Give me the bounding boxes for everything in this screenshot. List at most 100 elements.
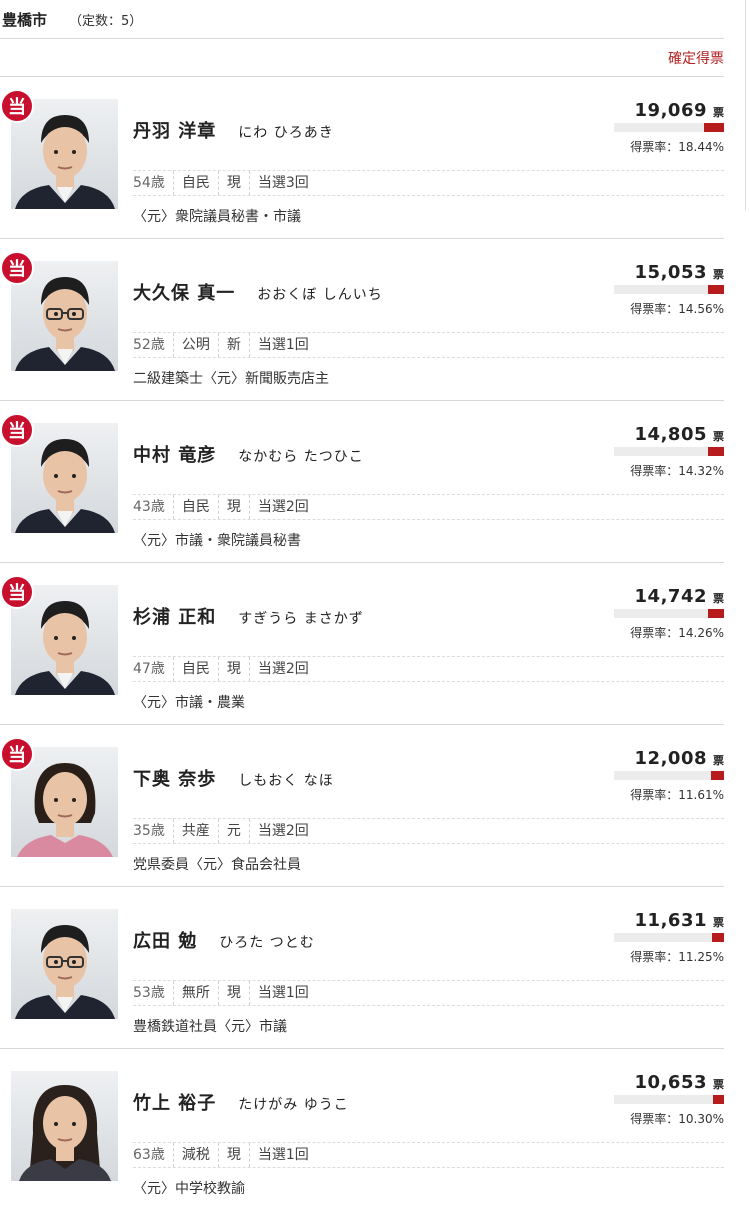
vote-rate: 得票率：14.32% (630, 464, 724, 478)
vote-share-bar (614, 447, 724, 456)
confirmed-row: 確定得票 (0, 39, 724, 77)
candidate-photo (11, 909, 118, 1019)
vote-unit: 票 (713, 268, 724, 281)
vote-share-bar (614, 285, 724, 294)
name-row: 竹上 裕子 たけがみ ゆうこ (133, 1089, 349, 1115)
candidate-status: 元 (219, 819, 250, 843)
elected-badge: 当 (0, 251, 34, 285)
vote-block: 14,805 票得票率：14.32% (614, 424, 724, 479)
candidate-party: 自民 (174, 495, 219, 519)
candidate-age: 52歳 (133, 333, 174, 357)
results-page: 豊橋市 （定数：5） 確定得票 当丹羽 洋章 にわ ひろあき 19,069 票得票率：… (0, 0, 724, 1211)
vote-unit: 票 (713, 430, 724, 443)
district-header: 豊橋市 （定数：5） (0, 0, 724, 39)
vote-block: 12,008 票得票率：11.61% (614, 748, 724, 803)
candidate-status: 現 (219, 171, 250, 195)
candidate-age: 54歳 (133, 171, 174, 195)
candidate-status: 現 (219, 495, 250, 519)
vote-share-fill (711, 771, 724, 780)
vote-block: 19,069 票得票率：18.44% (614, 100, 724, 155)
candidate-name: 広田 勉 (133, 931, 198, 952)
candidate-party: 自民 (174, 657, 219, 681)
candidate-career: 〈元〉市議・農業 (133, 695, 245, 711)
vote-count: 10,653 (634, 1072, 707, 1093)
vote-count: 19,069 (634, 100, 707, 121)
vote-block: 10,653 票得票率：10.30% (614, 1072, 724, 1127)
candidate-career: 二級建築士〈元〉新聞販売店主 (133, 371, 329, 387)
seat-quota: （定数：5） (69, 13, 143, 29)
candidate-career: 〈元〉衆院議員秘書・市議 (133, 209, 301, 225)
candidate-career: 豊橋鉄道社員〈元〉市議 (133, 1019, 287, 1035)
candidate-age: 35歳 (133, 819, 174, 843)
vote-share-bar (614, 771, 724, 780)
candidate-kana: にわ ひろあき (238, 125, 334, 141)
elected-badge: 当 (0, 737, 34, 771)
vote-unit: 票 (713, 106, 724, 119)
vote-share-bar (614, 1095, 724, 1104)
vote-share-fill (708, 285, 724, 294)
candidate-name: 杉浦 正和 (133, 607, 217, 628)
vote-unit: 票 (713, 754, 724, 767)
candidate-wins: 当選2回 (257, 499, 309, 515)
vote-share-fill (708, 447, 724, 456)
candidate-card: 当大久保 真一 おおくぼ しんいち 15,053 票得票率：14.56% 52歳 公明新当… (0, 239, 724, 401)
vote-count: 11,631 (634, 910, 707, 931)
candidate-career: 党県委員〈元〉食品会社員 (133, 857, 301, 873)
candidate-party: 公明 (174, 333, 219, 357)
candidate-card: 広田 勉 ひろた つとむ 11,631 票得票率：11.25% 53歳 無所現当選1回 豊橋… (0, 887, 724, 1049)
vote-unit: 票 (713, 916, 724, 929)
candidate-name: 中村 竜彦 (133, 445, 217, 466)
elected-badge: 当 (0, 413, 34, 447)
candidate-party: 減税 (174, 1143, 219, 1167)
candidate-status: 現 (219, 657, 250, 681)
portrait-graphic (15, 925, 115, 1019)
candidate-wins: 当選1回 (257, 1147, 309, 1163)
candidate-name: 大久保 真一 (133, 283, 236, 304)
candidate-wins: 当選3回 (257, 175, 309, 191)
candidate-status: 現 (219, 1143, 250, 1167)
candidate-age: 63歳 (133, 1143, 174, 1167)
candidate-meta: 54歳 自民現当選3回 (133, 170, 724, 196)
name-row: 下奥 奈歩 しもおく なほ (133, 765, 334, 791)
vote-count: 14,805 (634, 424, 707, 445)
district-name: 豊橋市 (2, 10, 48, 29)
portrait-graphic (19, 1085, 111, 1181)
vote-rate: 得票率：11.61% (630, 788, 724, 802)
name-row: 丹羽 洋章 にわ ひろあき (133, 117, 334, 143)
vote-unit: 票 (713, 592, 724, 605)
name-row: 中村 竜彦 なかむら たつひこ (133, 441, 364, 467)
vote-unit: 票 (713, 1078, 724, 1091)
name-row: 杉浦 正和 すぎうら まさかず (133, 603, 364, 629)
candidate-kana: おおくぼ しんいち (257, 287, 383, 303)
vote-count: 15,053 (634, 262, 707, 283)
candidate-meta: 47歳 自民現当選2回 (133, 656, 724, 682)
vote-rate: 得票率：14.26% (630, 626, 724, 640)
candidate-card: 当中村 竜彦 なかむら たつひこ 14,805 票得票率：14.32% 43歳 自民現当選… (0, 401, 724, 563)
candidate-status: 現 (219, 981, 250, 1005)
vote-share-bar (614, 123, 724, 132)
candidate-card: 当丹羽 洋章 にわ ひろあき 19,069 票得票率：18.44% 54歳 自民現当選3回… (0, 77, 724, 239)
candidate-kana: なかむら たつひこ (238, 449, 364, 465)
candidate-wins: 当選1回 (257, 337, 309, 353)
vote-share-bar (614, 933, 724, 942)
scrollbar-edge (745, 0, 746, 210)
vote-rate: 得票率：11.25% (630, 950, 724, 964)
vote-share-fill (712, 933, 724, 942)
vote-count: 12,008 (634, 748, 707, 769)
name-row: 広田 勉 ひろた つとむ (133, 927, 315, 953)
candidate-career: 〈元〉中学校教諭 (133, 1181, 245, 1197)
candidate-meta: 43歳 自民現当選2回 (133, 494, 724, 520)
candidate-meta: 52歳 公明新当選1回 (133, 332, 724, 358)
candidate-wins: 当選1回 (257, 985, 309, 1001)
vote-rate: 得票率：18.44% (630, 140, 724, 154)
candidate-kana: すぎうら まさかず (238, 611, 364, 627)
candidate-name: 竹上 裕子 (133, 1093, 217, 1114)
candidate-age: 43歳 (133, 495, 174, 519)
candidate-meta: 35歳 共産元当選2回 (133, 818, 724, 844)
candidate-photo (11, 1071, 118, 1181)
elected-badge: 当 (0, 89, 34, 123)
candidate-card: 当下奥 奈歩 しもおく なほ 12,008 票得票率：11.61% 35歳 共産元当選2回… (0, 725, 724, 887)
candidate-name: 下奥 奈歩 (133, 769, 217, 790)
candidate-age: 53歳 (133, 981, 174, 1005)
vote-block: 14,742 票得票率：14.26% (614, 586, 724, 641)
